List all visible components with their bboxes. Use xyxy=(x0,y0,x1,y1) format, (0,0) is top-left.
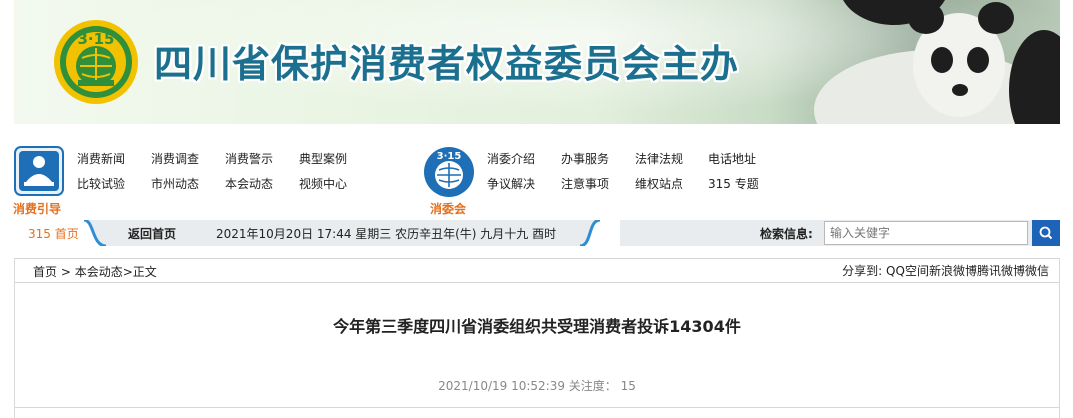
consumer-association-315-icon[interactable]: 3·15 xyxy=(423,144,475,200)
cpa-315-logo: 3·15 xyxy=(54,20,138,104)
search-button[interactable] xyxy=(1032,220,1060,246)
back-home-link[interactable]: 返回首页 xyxy=(128,225,176,242)
search-label: 检索信息: xyxy=(760,227,813,241)
article-meta: 2021/10/19 10:52:39 关注度： 15 xyxy=(438,379,636,393)
date-time-text: 2021年10月20日 17:44 星期三 农历辛丑年(牛) 九月十九 酉时 xyxy=(216,227,557,241)
breadcrumb: 首页 > 本会动态>正文 xyxy=(33,263,157,280)
nav-link-services[interactable]: 办事服务 xyxy=(561,150,609,167)
nav-link-comparison-test[interactable]: 比较试验 xyxy=(77,175,125,192)
article-title: 今年第三季度四川省消委组织共受理消费者投诉14304件 xyxy=(333,317,741,336)
share-qzone-link[interactable]: QQ空间 xyxy=(886,264,929,278)
consumer-guide-icon[interactable] xyxy=(14,146,64,196)
info-bar: 315 首页 返回首页 2021年10月20日 17:44 星期三 农历辛丑年(… xyxy=(14,220,1060,246)
logo-text: 3·15 xyxy=(437,151,462,162)
nav-link-association-intro[interactable]: 消委介绍 xyxy=(487,150,535,167)
home-315-link[interactable]: 315 首页 xyxy=(28,225,79,242)
nav-link-typical-cases[interactable]: 典型案例 xyxy=(299,150,347,167)
divider xyxy=(15,407,1059,408)
nav-link-consumer-news[interactable]: 消费新闻 xyxy=(77,150,125,167)
search-input[interactable] xyxy=(824,221,1028,245)
share-wechat-link[interactable]: 微信 xyxy=(1025,264,1049,278)
breadcrumb-separator: > xyxy=(57,265,75,279)
nav-link-315-special[interactable]: 315 专题 xyxy=(708,175,759,192)
nav-link-association-news[interactable]: 本会动态 xyxy=(225,175,273,192)
consumer-guide-label[interactable]: 消费引导 xyxy=(13,200,61,217)
breadcrumb-section[interactable]: 本会动态 xyxy=(75,265,123,279)
consumer-association-label[interactable]: 消委会 xyxy=(430,200,466,217)
share-tencent-weibo-link[interactable]: 腾讯微博 xyxy=(977,264,1025,278)
nav-link-city-news[interactable]: 市州动态 xyxy=(151,175,199,192)
panda-illustration xyxy=(814,0,1060,124)
breadcrumb-separator: > xyxy=(122,265,133,279)
nav-link-laws[interactable]: 法律法规 xyxy=(635,150,683,167)
nav-link-contact[interactable]: 电话地址 xyxy=(708,150,756,167)
article-container: 今年第三季度四川省消委组织共受理消费者投诉14304件 2021/10/19 1… xyxy=(14,282,1060,418)
share-sina-weibo-link[interactable]: 新浪微博 xyxy=(929,264,977,278)
breadcrumb-current: 正文 xyxy=(132,265,157,279)
breadcrumb-home[interactable]: 首页 xyxy=(33,265,57,279)
header-banner: 3·15 四川省保护消费者权益委员会主办 xyxy=(14,0,1060,124)
search-icon xyxy=(1039,226,1053,240)
banner-title: 四川省保护消费者权益委员会主办 xyxy=(154,42,740,86)
nav-link-video-center[interactable]: 视频中心 xyxy=(299,175,347,192)
nav-link-rights-stations[interactable]: 维权站点 xyxy=(635,175,683,192)
tab-curve-decoration xyxy=(580,220,620,246)
nav-link-consumer-warning[interactable]: 消费警示 xyxy=(225,150,273,167)
nav-link-dispute-resolution[interactable]: 争议解决 xyxy=(487,175,535,192)
share-bar: 分享到: QQ空间新浪微博腾讯微博微信 xyxy=(842,262,1049,279)
nav-link-consumer-survey[interactable]: 消费调查 xyxy=(151,150,199,167)
breadcrumb-bar: 首页 > 本会动态>正文 分享到: QQ空间新浪微博腾讯微博微信 xyxy=(14,258,1060,282)
nav-link-notices[interactable]: 注意事项 xyxy=(561,175,609,192)
share-label: 分享到: xyxy=(842,264,883,278)
logo-text: 3·15 xyxy=(77,30,114,48)
